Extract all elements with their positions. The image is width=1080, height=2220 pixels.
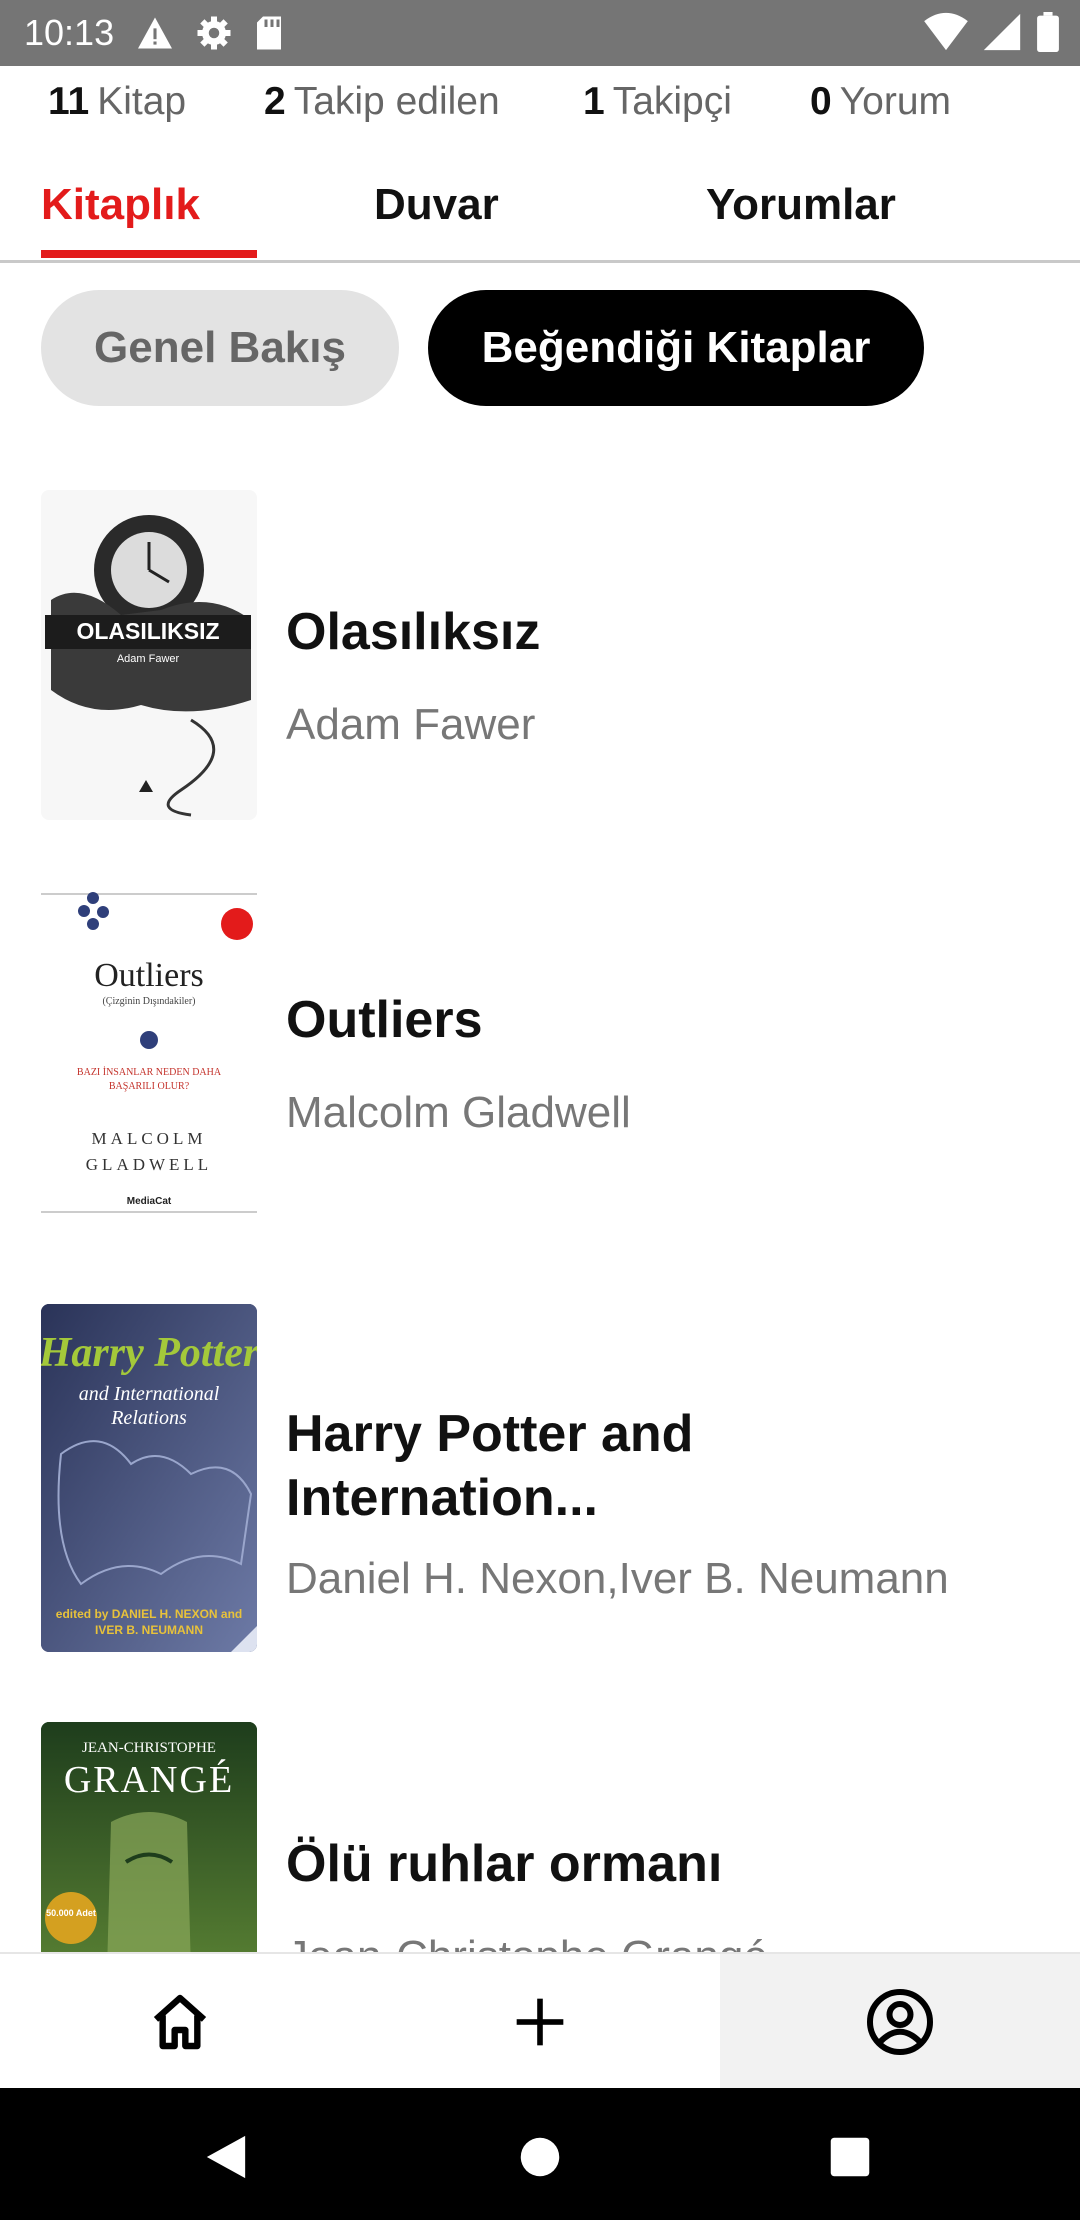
book-cover-art: Harry Potter and International Relations…	[41, 1304, 257, 1652]
overview-filter-button[interactable]: Genel Bakış	[41, 290, 399, 406]
book-cover-title: GRANGÉ	[64, 1759, 234, 1801]
book-cover: JEAN-CHRISTOPHE GRANGÉ 50.000 Adet	[41, 1722, 257, 1952]
stat-count: 11	[48, 80, 90, 123]
book-author: Malcolm Gladwell	[286, 1088, 631, 1137]
nav-profile[interactable]	[720, 1954, 1080, 2090]
book-cover-title: Outliers	[94, 957, 204, 994]
stat-label: Kitap	[97, 80, 187, 123]
stat-count: 2	[264, 80, 286, 123]
book-cover-editors-box: edited by DANIEL H. NEXON and IVER B. NE…	[55, 1607, 243, 1637]
book-cover: Outliers (Çizginin Dışındakiler) BAZI İN…	[41, 878, 257, 1230]
book-cover: OLASILIKSIZ Adam Fawer	[41, 490, 257, 820]
tab-library[interactable]: Kitaplık	[41, 180, 200, 230]
book-title: Outliers	[286, 991, 483, 1049]
nav-home[interactable]	[0, 1954, 360, 2090]
warning-icon	[138, 17, 173, 49]
book-title: Harry Potter and Internation...	[286, 1405, 694, 1527]
stat-label: Takip edilen	[293, 80, 500, 123]
book-cover-subtitle-box: and International Relations	[78, 1383, 220, 1429]
home-button-icon[interactable]	[519, 2136, 561, 2178]
status-right-icons	[924, 12, 1060, 52]
status-time: 10:13	[24, 12, 115, 53]
book-cover-art: OLASILIKSIZ Adam Fawer	[41, 490, 257, 820]
back-icon[interactable]	[203, 2134, 249, 2180]
book-title: Olasılıksız	[286, 603, 541, 661]
book-cover-title: OLASILIKSIZ	[76, 618, 219, 644]
book-cover-subtitle: and International Relations	[78, 1383, 220, 1429]
book-author: Daniel H. Nexon,Iver B. Neumann	[286, 1554, 949, 1603]
stat-books[interactable]: 11 Kitap	[48, 80, 186, 124]
book-cover-publisher: MediaCat	[127, 1196, 172, 1207]
book-cover-tagline: BAZI İNSANLAR NEDEN DAHA BAŞARILI OLUR?	[76, 1067, 222, 1092]
stat-label: Takipçi	[612, 80, 732, 123]
profile-tabs: Kitaplık Duvar Yorumlar	[0, 160, 1080, 263]
status-left-icons	[136, 15, 284, 51]
stat-reviews[interactable]: 0 Yorum	[810, 80, 951, 124]
settings-icon	[197, 16, 231, 50]
stat-label: Yorum	[839, 80, 951, 123]
list-item[interactable]: Outliers (Çizginin Dışındakiler) BAZI İN…	[0, 878, 1080, 1230]
tab-reviews[interactable]: Yorumlar	[706, 180, 896, 230]
stat-followers[interactable]: 1 Takipçi	[583, 80, 732, 124]
book-cover: Harry Potter and International Relations…	[41, 1304, 257, 1652]
tab-wall[interactable]: Duvar	[374, 180, 499, 230]
system-navigation-bar	[0, 2088, 1080, 2220]
book-cover-author: MALCOLM GLADWELL	[85, 1129, 213, 1174]
book-cover-art: Outliers (Çizginin Dışındakiler) BAZI İN…	[41, 878, 257, 1230]
book-title: Ölü ruhlar ormanı	[286, 1835, 723, 1893]
book-cover-editors: edited by DANIEL H. NEXON and IVER B. NE…	[55, 1607, 243, 1637]
liked-books-filter-button[interactable]: Beğendiği Kitaplar	[428, 290, 924, 406]
stat-count: 1	[583, 80, 605, 123]
signal-icon	[983, 13, 1021, 51]
bottom-navigation	[0, 1952, 1080, 2090]
home-icon	[153, 1994, 207, 2050]
book-cover-author-first: JEAN-CHRISTOPHE	[82, 1740, 216, 1756]
list-item[interactable]: JEAN-CHRISTOPHE GRANGÉ 50.000 Adet Ölü r…	[0, 1722, 1080, 1952]
profile-stats: 11 Kitap 2 Takip edilen 1 Takipçi 0 Yorum	[0, 70, 1080, 140]
profile-icon	[867, 1989, 933, 2055]
list-item[interactable]: Harry Potter and International Relations…	[0, 1304, 1080, 1652]
list-item[interactable]: OLASILIKSIZ Adam Fawer Olasılıksız Adam …	[0, 490, 1080, 820]
add-icon	[516, 1998, 564, 2046]
book-cover-author: Adam Fawer	[117, 653, 180, 665]
book-cover-author-box: MALCOLM GLADWELL	[85, 1129, 213, 1174]
book-author: Adam Fawer	[286, 700, 536, 749]
book-author: Jean-Christophe Grangé	[286, 1932, 768, 1952]
battery-icon	[1037, 12, 1059, 52]
wifi-icon	[924, 12, 968, 51]
nav-add[interactable]	[360, 1954, 720, 2090]
status-bar: 10:13	[0, 0, 1080, 66]
book-cover-art: JEAN-CHRISTOPHE GRANGÉ 50.000 Adet	[41, 1722, 257, 1952]
stat-following[interactable]: 2 Takip edilen	[264, 80, 500, 124]
sd-card-icon	[257, 16, 282, 50]
book-cover-title: Harry Potter	[41, 1330, 257, 1376]
book-cover-badge: 50.000 Adet	[46, 1908, 96, 1918]
recents-icon[interactable]	[829, 2136, 871, 2178]
active-tab-indicator	[41, 250, 257, 258]
stat-count: 0	[810, 80, 832, 123]
book-cover-tagline-box: BAZI İNSANLAR NEDEN DAHA BAŞARILI OLUR?	[76, 1067, 222, 1092]
book-cover-subtitle: (Çizginin Dışındakiler)	[102, 996, 195, 1007]
book-list: OLASILIKSIZ Adam Fawer Olasılıksız Adam …	[0, 470, 1080, 1952]
